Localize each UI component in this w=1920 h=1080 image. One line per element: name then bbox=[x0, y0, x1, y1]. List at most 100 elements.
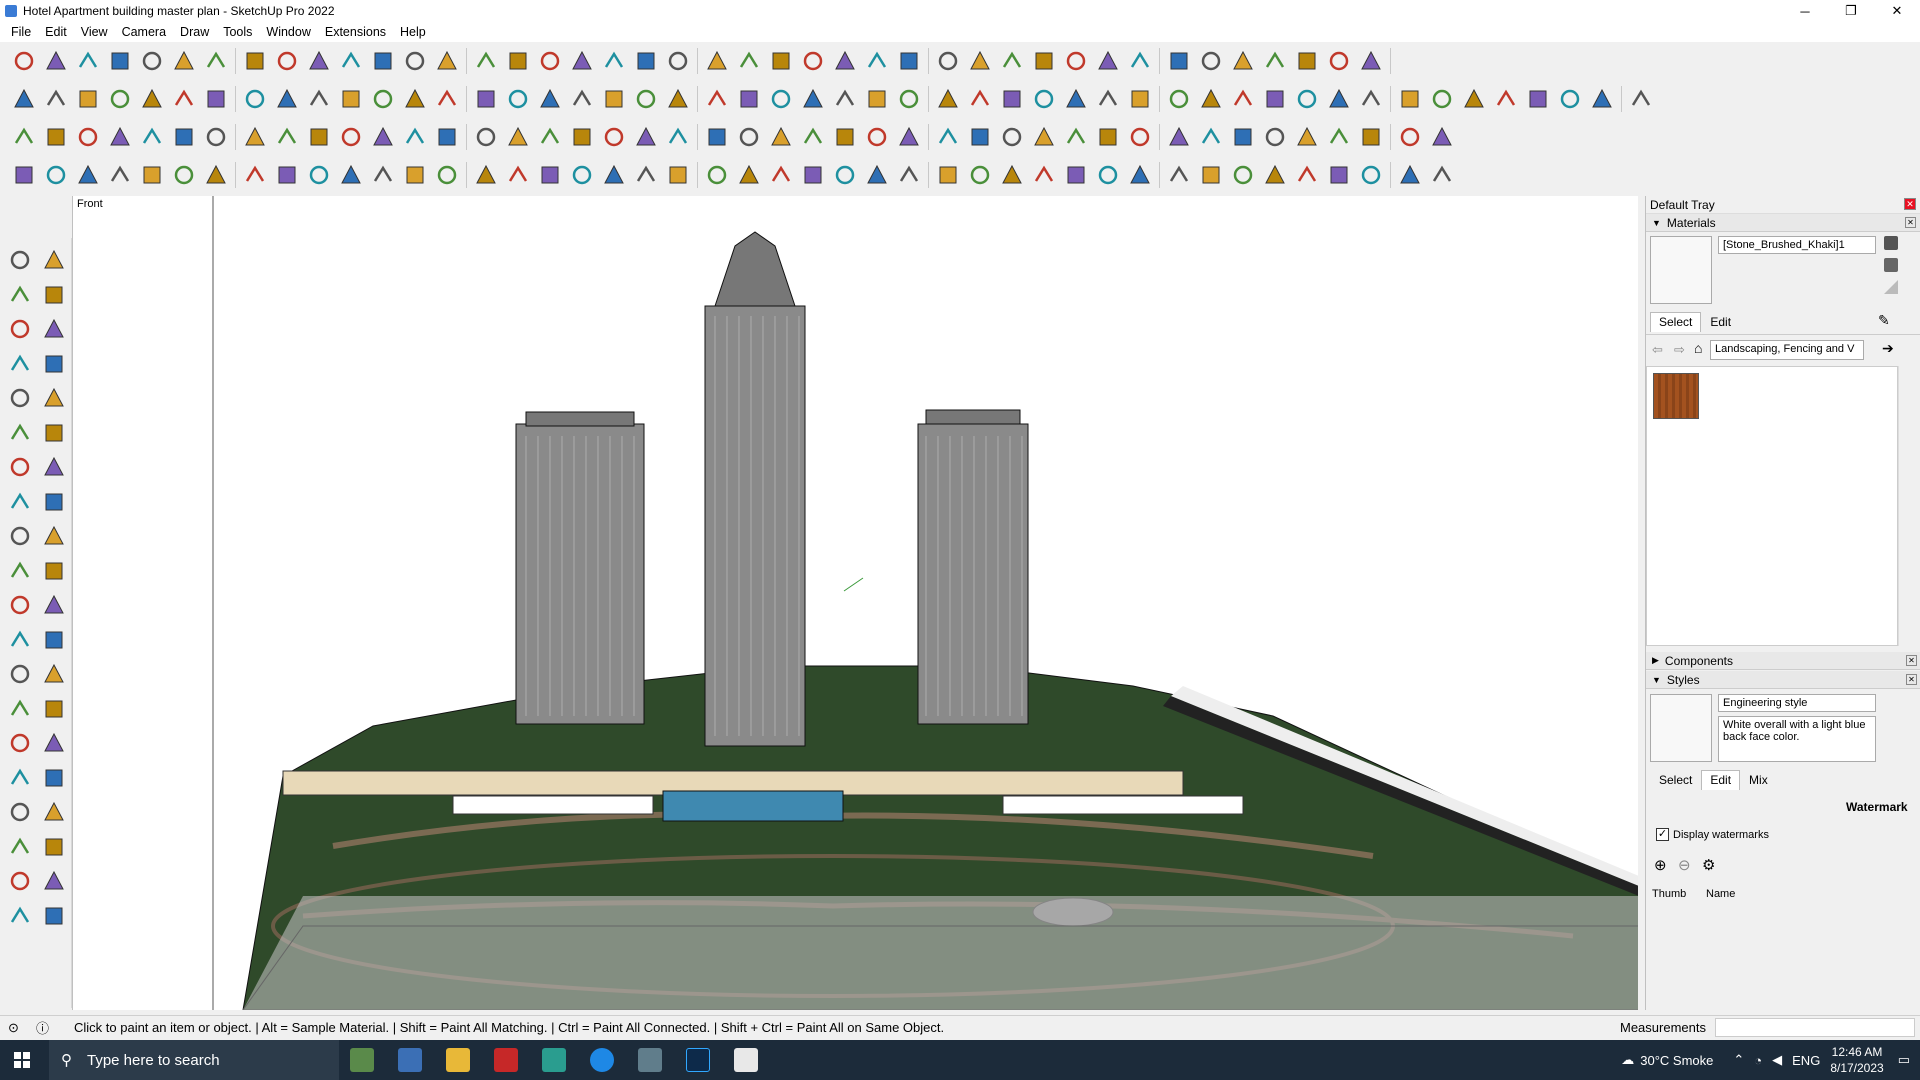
tray-close-icon[interactable]: ✕ bbox=[1904, 198, 1916, 210]
toolbar-tool-icon[interactable] bbox=[72, 83, 104, 115]
toolbar-tool-icon[interactable] bbox=[8, 121, 40, 153]
toolbar-tool-icon[interactable] bbox=[72, 121, 104, 153]
toolbar-tool-icon[interactable] bbox=[136, 121, 168, 153]
weather-text[interactable]: 30°C Smoke bbox=[1640, 1053, 1713, 1068]
toolbar-tool-icon[interactable] bbox=[996, 83, 1028, 115]
toolbar-tool-icon[interactable] bbox=[1259, 45, 1291, 77]
toolbar-tool-icon[interactable] bbox=[1291, 159, 1323, 191]
styles-tab-select[interactable]: Select bbox=[1650, 770, 1701, 790]
toolbar-tool-icon[interactable] bbox=[104, 83, 136, 115]
toolbar-tool-icon[interactable] bbox=[932, 45, 964, 77]
snipping-tool-icon[interactable] bbox=[638, 1048, 662, 1072]
taskbar-search-box[interactable]: ⚲ Type here to search bbox=[49, 1040, 339, 1080]
restore-button[interactable]: ❐ bbox=[1828, 0, 1874, 22]
toolbar-tool-icon[interactable] bbox=[431, 121, 463, 153]
toolbar-tool-icon[interactable] bbox=[4, 348, 36, 380]
file-explorer-icon[interactable] bbox=[446, 1048, 470, 1072]
clock[interactable]: 12:46 AM 8/17/2023 bbox=[1830, 1044, 1883, 1076]
menu-help[interactable]: Help bbox=[393, 25, 433, 39]
toolbar-tool-icon[interactable] bbox=[701, 45, 733, 77]
toolbar-tool-icon[interactable] bbox=[829, 121, 861, 153]
toolbar-tool-icon[interactable] bbox=[964, 83, 996, 115]
toolbar-tool-icon[interactable] bbox=[598, 83, 630, 115]
acrobat-icon[interactable] bbox=[494, 1048, 518, 1072]
toolbar-tool-icon[interactable] bbox=[829, 83, 861, 115]
toolbar-tool-icon[interactable] bbox=[367, 159, 399, 191]
toolbar-tool-icon[interactable] bbox=[630, 121, 662, 153]
material-name-field[interactable]: [Stone_Brushed_Khaki]1 bbox=[1718, 236, 1876, 254]
toolbar-tool-icon[interactable] bbox=[200, 121, 232, 153]
toolbar-tool-icon[interactable] bbox=[1394, 83, 1426, 115]
toolbar-tool-icon[interactable] bbox=[1227, 121, 1259, 153]
toolbar-tool-icon[interactable] bbox=[566, 159, 598, 191]
toolbar-tool-icon[interactable] bbox=[136, 45, 168, 77]
toolbar-tool-icon[interactable] bbox=[4, 279, 36, 311]
toolbar-tool-icon[interactable] bbox=[1458, 83, 1490, 115]
toolbar-tool-icon[interactable] bbox=[4, 382, 36, 414]
toolbar-tool-icon[interactable] bbox=[72, 159, 104, 191]
toolbar-tool-icon[interactable] bbox=[893, 45, 925, 77]
toolbar-tool-icon[interactable] bbox=[701, 159, 733, 191]
toolbar-tool-icon[interactable] bbox=[399, 159, 431, 191]
instructor-info-icon[interactable]: ⓘ bbox=[36, 1018, 49, 1037]
toolbar-tool-icon[interactable] bbox=[168, 121, 200, 153]
toolbar-tool-icon[interactable] bbox=[1554, 83, 1586, 115]
toolbar-tool-icon[interactable] bbox=[335, 159, 367, 191]
toolbar-tool-icon[interactable] bbox=[1124, 121, 1156, 153]
toolbar-tool-icon[interactable] bbox=[1060, 45, 1092, 77]
toolbar-tool-icon[interactable] bbox=[662, 83, 694, 115]
toolbar-tool-icon[interactable] bbox=[239, 45, 271, 77]
toolbar-tool-icon[interactable] bbox=[1124, 45, 1156, 77]
toolbar-tool-icon[interactable] bbox=[765, 121, 797, 153]
toolbar-tool-icon[interactable] bbox=[1291, 83, 1323, 115]
toolbar-tool-icon[interactable] bbox=[598, 159, 630, 191]
toolbar-tool-icon[interactable] bbox=[38, 589, 70, 621]
toolbar-tool-icon[interactable] bbox=[136, 159, 168, 191]
toolbar-tool-icon[interactable] bbox=[502, 45, 534, 77]
remove-watermark-icon[interactable]: ⊖ bbox=[1678, 856, 1691, 874]
toolbar-tool-icon[interactable] bbox=[38, 693, 70, 725]
toolbar-tool-icon[interactable] bbox=[1259, 83, 1291, 115]
show-hidden-icons-icon[interactable]: ⌃ bbox=[1733, 1052, 1744, 1068]
toolbar-tool-icon[interactable] bbox=[1060, 83, 1092, 115]
toolbar-tool-icon[interactable] bbox=[932, 159, 964, 191]
toolbar-tool-icon[interactable] bbox=[534, 159, 566, 191]
toolbar-tool-icon[interactable] bbox=[701, 83, 733, 115]
toolbar-tool-icon[interactable] bbox=[861, 159, 893, 191]
materials-scrollbar[interactable] bbox=[1898, 366, 1920, 646]
toolbar-tool-icon[interactable] bbox=[168, 83, 200, 115]
toolbar-tool-icon[interactable] bbox=[4, 313, 36, 345]
styles-tab-edit[interactable]: Edit bbox=[1701, 770, 1741, 790]
toolbar-tool-icon[interactable] bbox=[1227, 45, 1259, 77]
toolbar-tool-icon[interactable] bbox=[502, 159, 534, 191]
toolbar-tool-icon[interactable] bbox=[662, 159, 694, 191]
toolbar-tool-icon[interactable] bbox=[1163, 121, 1195, 153]
toolbar-tool-icon[interactable] bbox=[335, 83, 367, 115]
toolbar-tool-icon[interactable] bbox=[303, 121, 335, 153]
toolbar-tool-icon[interactable] bbox=[38, 762, 70, 794]
toolbar-tool-icon[interactable] bbox=[239, 121, 271, 153]
toolbar-tool-icon[interactable] bbox=[40, 121, 72, 153]
toolbar-tool-icon[interactable] bbox=[765, 83, 797, 115]
toolbar-tool-icon[interactable] bbox=[797, 45, 829, 77]
toolbar-tool-icon[interactable] bbox=[1092, 159, 1124, 191]
toolbar-tool-icon[interactable] bbox=[964, 45, 996, 77]
toolbar-tool-icon[interactable] bbox=[1195, 121, 1227, 153]
toolbar-tool-icon[interactable] bbox=[38, 486, 70, 518]
toolbar-tool-icon[interactable] bbox=[765, 159, 797, 191]
style-name-field[interactable]: Engineering style bbox=[1718, 694, 1876, 712]
toolbar-tool-icon[interactable] bbox=[38, 244, 70, 276]
minimize-button[interactable]: ─ bbox=[1782, 0, 1828, 22]
toolbar-tool-icon[interactable] bbox=[38, 865, 70, 897]
toolbar-tool-icon[interactable] bbox=[4, 589, 36, 621]
toolbar-tool-icon[interactable] bbox=[271, 83, 303, 115]
calculator-icon[interactable] bbox=[398, 1048, 422, 1072]
toolbar-tool-icon[interactable] bbox=[4, 865, 36, 897]
materials-panel-header[interactable]: ▼ Materials ✕ bbox=[1646, 214, 1920, 232]
sketchup-taskbar-icon[interactable] bbox=[734, 1048, 758, 1072]
toolbar-tool-icon[interactable] bbox=[271, 45, 303, 77]
toolbar-tool-icon[interactable] bbox=[38, 279, 70, 311]
toolbar-tool-icon[interactable] bbox=[4, 486, 36, 518]
toolbar-tool-icon[interactable] bbox=[4, 727, 36, 759]
toolbar-tool-icon[interactable] bbox=[200, 45, 232, 77]
